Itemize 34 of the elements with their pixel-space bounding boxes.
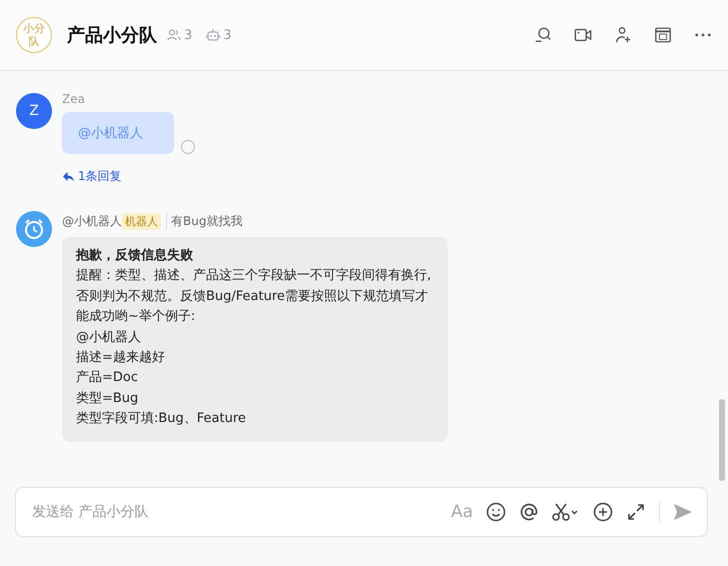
sender-name: @小机器人 [62,213,122,230]
expand-icon[interactable] [626,502,646,522]
group-avatar: 小分队 [16,17,52,53]
scissors-icon[interactable] [552,502,580,522]
calendar-icon[interactable] [654,26,672,44]
bot-tag: 机器人 [122,213,161,230]
message-title: 抱歉，反馈信息失败 [76,247,194,265]
thread-reply-link[interactable]: 1条回复 [62,168,122,185]
message-bubble: @小机器人 [62,112,174,154]
robot-icon [206,28,220,42]
bot-signature: 有Bug就找我 [166,213,242,230]
format-button[interactable]: Aa [450,502,473,522]
add-icon[interactable] [593,502,613,522]
chat-title: 产品小分队 [67,24,157,47]
user-avatar: Z [16,93,52,129]
message-input[interactable]: 发送给 产品小分队 Aa [15,487,708,537]
add-member-icon[interactable] [614,26,632,44]
message-text: 产品=Doc [76,369,140,388]
reply-icon [62,171,75,182]
message-text: 提醒：类型、描述、产品这三个字段缺一不可字段间得有换行,否则判为不规范。反馈Bug/Feature需要按照以下规范填写才能成功哟~举个例子: [76,267,432,326]
search-icon[interactable] [534,26,552,44]
scrollbar-thumb[interactable] [719,399,725,481]
emoji-icon[interactable] [486,502,506,522]
mention-icon[interactable] [519,502,539,522]
message-text: 类型字段可填:Bug、Feature [76,410,247,428]
sender-name: Zea [62,92,85,106]
members-icon [167,28,181,42]
message-text: 类型=Bug [76,390,140,408]
message-text: 描述=越来越好 [76,349,166,368]
bot-avatar [16,211,52,247]
member-count: 3 [184,28,192,42]
video-call-icon[interactable] [574,26,592,44]
message-text: @小机器人 [76,328,142,347]
bot-count: 3 [223,28,232,42]
